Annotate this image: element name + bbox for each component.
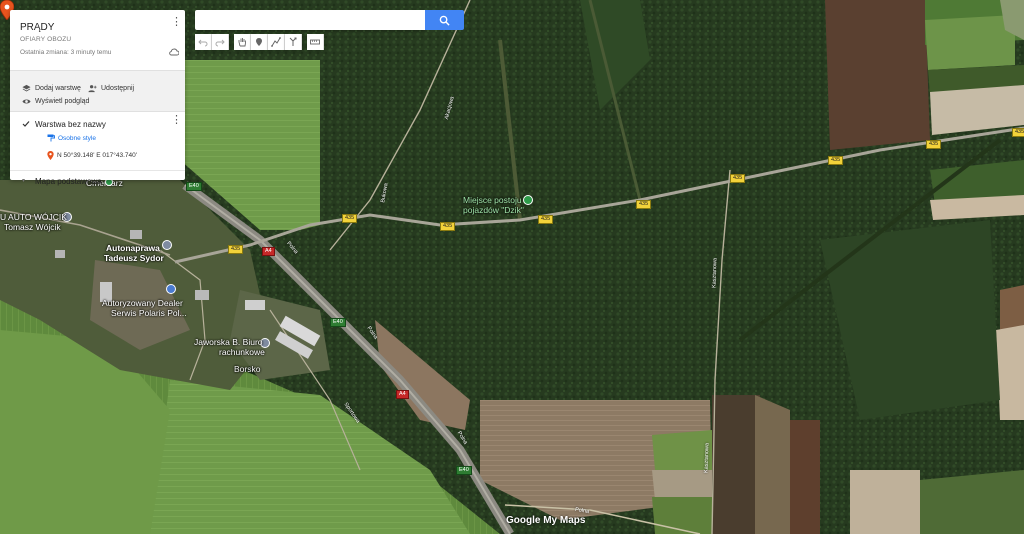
layer-item-label: N 50°39.148' E 017°43.740' bbox=[57, 152, 137, 159]
layer-name[interactable]: Warstwa bez nazwy bbox=[35, 120, 106, 129]
poi-icon[interactable] bbox=[166, 284, 176, 294]
expand-arrow-icon[interactable]: ▾ bbox=[22, 177, 28, 184]
place-label-autonaprawa: Autonaprawa bbox=[106, 243, 160, 253]
panel-actions: Dodaj warstwę Udostępnij Wyświetl podglą… bbox=[10, 70, 185, 112]
place-label-auto-wojcik-owner: Tomasz Wójcik bbox=[4, 222, 61, 232]
route-shield: 435 bbox=[828, 156, 844, 165]
marker-icon bbox=[47, 151, 54, 160]
map-panel: PRĄDY OFIARY OBOZU Ostatnia zmiana: 3 mi… bbox=[10, 10, 185, 186]
layer-item[interactable]: N 50°39.148' E 017°43.740' bbox=[47, 151, 137, 160]
layers-icon bbox=[22, 84, 31, 92]
draw-line-button[interactable] bbox=[268, 34, 285, 50]
euroroute-shield: E40 bbox=[186, 182, 202, 191]
motorway-shield: A4 bbox=[396, 390, 409, 399]
map-title[interactable]: PRĄDY bbox=[20, 22, 54, 33]
directions-button[interactable] bbox=[285, 34, 302, 50]
share-button[interactable]: Udostępnij bbox=[88, 84, 134, 93]
motorway-shield: A4 bbox=[262, 247, 275, 256]
route-shield: 435 bbox=[926, 140, 942, 149]
route-shield: 435 bbox=[730, 174, 746, 183]
add-layer-label: Dodaj warstwę bbox=[35, 85, 81, 92]
place-label-polaris: Autoryzowany Dealer bbox=[102, 298, 183, 308]
last-changed-text: Ostatnia zmiana: 3 minuty temu bbox=[20, 49, 112, 56]
base-map-label[interactable]: Mapa podstawowa bbox=[35, 177, 102, 186]
google-my-maps-logo: Google My Maps bbox=[506, 515, 586, 526]
map-toolbar bbox=[195, 34, 324, 50]
individual-styles-label: Osobne style bbox=[58, 134, 96, 142]
search-button[interactable] bbox=[425, 10, 464, 30]
eye-icon bbox=[22, 99, 31, 104]
place-label-jaworska-sub: rachunkowe bbox=[219, 347, 265, 357]
marker-icon bbox=[256, 38, 262, 46]
add-marker-button[interactable] bbox=[251, 34, 268, 50]
search-input[interactable] bbox=[195, 10, 425, 30]
euroroute-shield: E40 bbox=[456, 466, 472, 475]
euroroute-shield: E40 bbox=[330, 318, 346, 327]
add-layer-button[interactable]: Dodaj warstwę bbox=[22, 84, 81, 93]
route-shield: 435 bbox=[440, 222, 456, 231]
poi-icon[interactable] bbox=[162, 240, 172, 250]
place-label-autonaprawa-owner: Tadeusz Sydor bbox=[104, 253, 164, 263]
route-shield: 435 bbox=[636, 200, 652, 209]
cloud-saved-icon bbox=[169, 48, 179, 56]
individual-styles-link[interactable]: Osobne style bbox=[47, 134, 96, 142]
checkbox-icon[interactable] bbox=[22, 120, 30, 128]
paint-roller-icon bbox=[47, 134, 55, 142]
redo-button[interactable] bbox=[212, 34, 229, 50]
layer-section: Warstwa bez nazwy ⋮ Osobne style N 50°39… bbox=[10, 112, 185, 170]
route-shield: 435 bbox=[538, 215, 554, 224]
layer-options-icon[interactable]: ⋮ bbox=[171, 115, 182, 126]
more-options-icon[interactable]: ⋮ bbox=[171, 17, 182, 28]
map-description[interactable]: OFIARY OBOZU bbox=[20, 36, 71, 43]
place-label-borsko: Borsko bbox=[234, 364, 261, 374]
search-icon bbox=[439, 15, 450, 26]
base-map-section[interactable]: ▾ Mapa podstawowa bbox=[10, 170, 185, 190]
add-person-icon bbox=[88, 85, 97, 93]
preview-button[interactable]: Wyświetl podgląd bbox=[22, 97, 89, 106]
redo-icon bbox=[215, 39, 225, 47]
hand-icon bbox=[238, 38, 246, 47]
preview-label: Wyświetl podgląd bbox=[35, 98, 90, 105]
road-label-kasztanowa: Kasztanowa bbox=[703, 442, 711, 474]
place-label-parking: Miejsce postoju bbox=[463, 195, 522, 205]
share-label: Udostępnij bbox=[101, 85, 135, 92]
route-shield: 435 bbox=[1012, 128, 1024, 137]
directions-icon bbox=[289, 37, 297, 46]
pan-tool-button[interactable] bbox=[234, 34, 251, 50]
undo-icon bbox=[198, 39, 208, 47]
route-shield: 435 bbox=[342, 214, 358, 223]
place-label-polaris-service: Serwis Polaris Pol... bbox=[111, 308, 187, 318]
draw-line-icon bbox=[271, 37, 281, 47]
place-label-jaworska: Jaworska B. Biuro bbox=[194, 337, 263, 347]
place-label-parking-name: pojazdów "Dzik" bbox=[463, 205, 524, 215]
measure-button[interactable] bbox=[307, 34, 324, 50]
ruler-icon bbox=[310, 39, 320, 45]
place-label-auto-wojcik: U AUTO WÓJCIK bbox=[0, 212, 67, 222]
parking-poi-icon[interactable] bbox=[523, 195, 533, 205]
route-shield: 435 bbox=[228, 245, 244, 254]
road-label-kasztanowa: Kasztanowa bbox=[711, 257, 719, 289]
undo-button[interactable] bbox=[195, 34, 212, 50]
